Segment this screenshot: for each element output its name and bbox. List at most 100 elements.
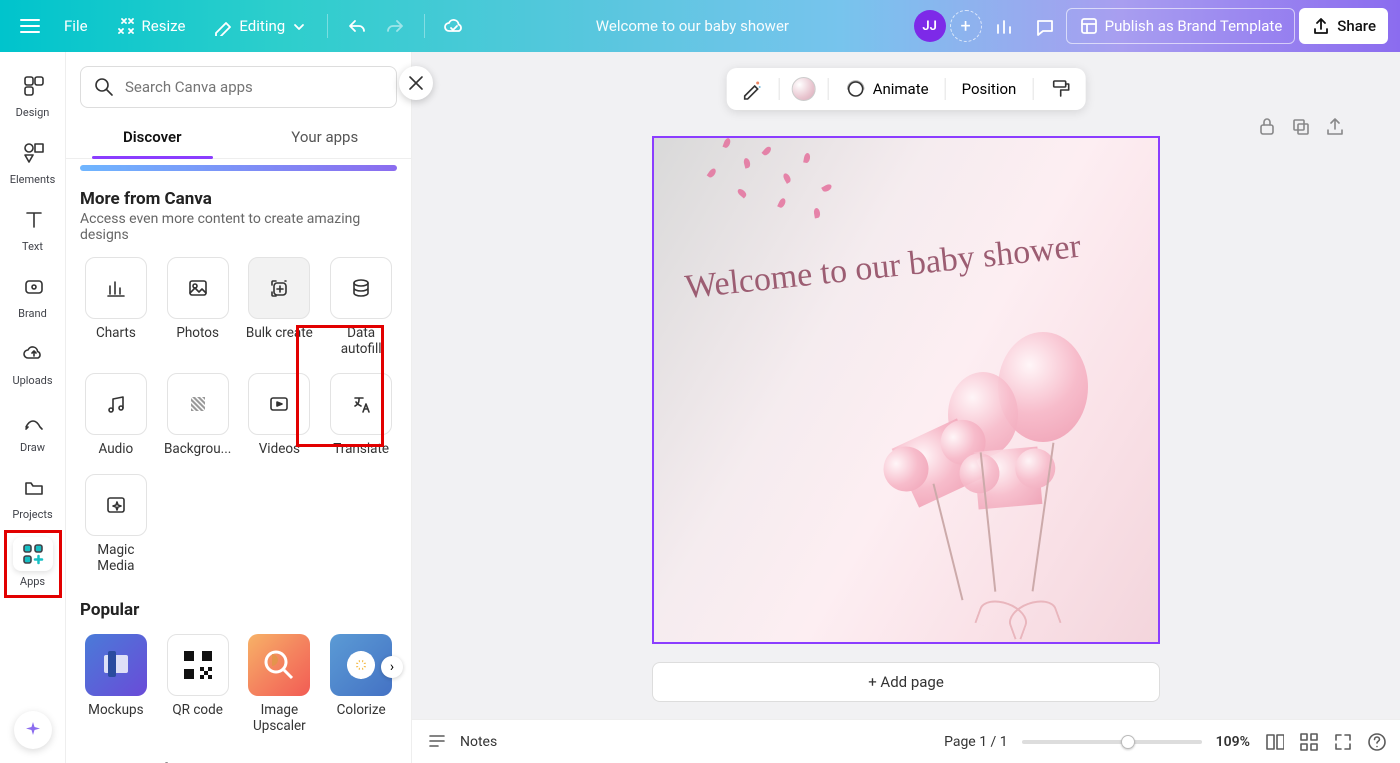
search-apps-input[interactable] xyxy=(80,66,397,108)
magic-edit-button[interactable] xyxy=(737,73,767,105)
rail-elements[interactable]: Elements xyxy=(3,129,63,194)
popular-next-button[interactable]: › xyxy=(381,656,403,678)
app-translate[interactable]: Translate xyxy=(325,373,397,457)
panel-scroll[interactable]: More from Canva Access even more content… xyxy=(66,159,411,763)
app-audio[interactable]: Audio xyxy=(80,373,152,457)
position-button[interactable]: Position xyxy=(958,73,1021,105)
grid-view-button[interactable] xyxy=(1298,732,1318,752)
notes-icon xyxy=(426,731,446,753)
more-from-canva-sub: Access even more content to create amazi… xyxy=(80,211,397,243)
rail-label: Draw xyxy=(20,441,45,454)
apps-icon xyxy=(21,542,45,566)
design-page[interactable]: Welcome to our baby shower xyxy=(652,136,1160,644)
rail-text[interactable]: Text xyxy=(3,196,63,261)
separator xyxy=(327,14,328,38)
editing-mode-menu[interactable]: Editing xyxy=(201,8,317,44)
notes-button[interactable] xyxy=(426,732,446,752)
publish-template-button[interactable]: Publish as Brand Template xyxy=(1066,8,1296,44)
page-list-button[interactable] xyxy=(1264,732,1284,752)
app-videos[interactable]: Videos xyxy=(244,373,316,457)
export-page-icon[interactable] xyxy=(1324,116,1344,136)
translate-icon xyxy=(350,393,372,415)
add-page-button[interactable]: + Add page xyxy=(652,662,1160,702)
share-button[interactable]: Share xyxy=(1299,8,1388,44)
zoom-slider-thumb[interactable] xyxy=(1121,735,1135,749)
search-field[interactable] xyxy=(125,78,384,96)
rail-label: Brand xyxy=(18,307,47,320)
ai-assistant-button[interactable] xyxy=(14,711,52,749)
popular-qr[interactable]: QR code xyxy=(162,634,234,734)
tab-discover[interactable]: Discover xyxy=(66,118,239,158)
text-icon xyxy=(22,208,44,230)
app-magic-media[interactable]: Magic Media xyxy=(80,474,152,574)
animate-button[interactable]: Animate xyxy=(841,73,933,105)
close-panel-button[interactable] xyxy=(399,66,433,100)
tab-your-apps[interactable]: Your apps xyxy=(239,118,412,158)
upscaler-icon xyxy=(262,648,296,682)
chevron-down-icon xyxy=(291,19,305,33)
user-avatar[interactable]: JJ xyxy=(914,10,946,42)
rail-uploads[interactable]: Uploads xyxy=(3,330,63,395)
undo-button[interactable] xyxy=(338,8,374,44)
magic-media-icon xyxy=(105,494,127,516)
analytics-button[interactable] xyxy=(986,8,1022,44)
separator xyxy=(1032,78,1033,100)
videos-icon xyxy=(268,393,290,415)
page-counter: Page 1 / 1 xyxy=(944,734,1008,750)
canvas-stage[interactable]: Welcome to our baby shower + Add page xyxy=(412,52,1400,719)
popular-colorize[interactable]: Colorize xyxy=(325,634,397,734)
duplicate-page-icon[interactable] xyxy=(1290,116,1310,136)
document-title[interactable]: Welcome to our baby shower xyxy=(475,17,909,35)
add-collaborator-button[interactable]: + xyxy=(950,10,982,42)
comment-icon xyxy=(1034,16,1054,36)
rail-label: Text xyxy=(22,240,43,253)
app-charts[interactable]: Charts xyxy=(80,257,152,357)
pencil-icon xyxy=(213,16,233,36)
app-background[interactable]: Backgrou... xyxy=(162,373,234,457)
hamburger-menu[interactable] xyxy=(12,8,48,44)
app-bulk-create[interactable]: Bulk create xyxy=(244,257,316,357)
app-label: Data autofill xyxy=(325,325,397,357)
apps-panel: Discover Your apps More from Canva Acces… xyxy=(66,52,412,763)
separator xyxy=(945,78,946,100)
projects-icon xyxy=(22,476,44,498)
rail-design[interactable]: Design xyxy=(3,62,63,127)
rail-draw[interactable]: Draw xyxy=(3,397,63,462)
animate-icon xyxy=(845,78,867,100)
app-label: Backgrou... xyxy=(164,441,231,457)
lock-icon[interactable] xyxy=(1256,116,1276,136)
rail-brand[interactable]: Brand xyxy=(3,263,63,328)
upscaler-thumb xyxy=(248,634,310,696)
format-painter-button[interactable] xyxy=(1045,73,1075,105)
file-menu[interactable]: File xyxy=(52,8,100,44)
rail-apps[interactable]: Apps xyxy=(3,531,63,596)
brand-icon xyxy=(22,275,44,297)
resize-menu[interactable]: Resize xyxy=(104,8,198,44)
notes-label[interactable]: Notes xyxy=(460,734,497,750)
app-photos[interactable]: Photos xyxy=(162,257,234,357)
color-swatch[interactable] xyxy=(792,77,816,101)
app-data-autofill[interactable]: Data autofill xyxy=(325,257,397,357)
rail-projects[interactable]: Projects xyxy=(3,464,63,529)
popular-mockups[interactable]: Mockups xyxy=(80,634,152,734)
charts-icon xyxy=(105,277,127,299)
topbar: File Resize Editing Welcome to our baby … xyxy=(0,0,1400,52)
data-autofill-icon xyxy=(350,277,372,299)
rail-label: Projects xyxy=(12,508,52,521)
help-button[interactable] xyxy=(1366,732,1386,752)
app-label: Audio xyxy=(98,441,133,457)
redo-button[interactable] xyxy=(378,8,414,44)
close-icon xyxy=(405,72,427,94)
popular-upscaler[interactable]: Image Upscaler xyxy=(244,634,316,734)
mockups-thumb xyxy=(85,634,147,696)
canvas-area: Animate Position xyxy=(412,52,1400,763)
popular-grid: Mockups QR code Image Upscaler xyxy=(80,634,397,734)
comments-button[interactable] xyxy=(1026,8,1062,44)
page-list-icon xyxy=(1264,731,1284,753)
zoom-slider[interactable] xyxy=(1022,740,1202,744)
cloud-sync-button[interactable] xyxy=(435,8,471,44)
fullscreen-button[interactable] xyxy=(1332,732,1352,752)
separator xyxy=(828,78,829,100)
resize-label: Resize xyxy=(142,17,186,35)
app-label: Charts xyxy=(96,325,136,341)
